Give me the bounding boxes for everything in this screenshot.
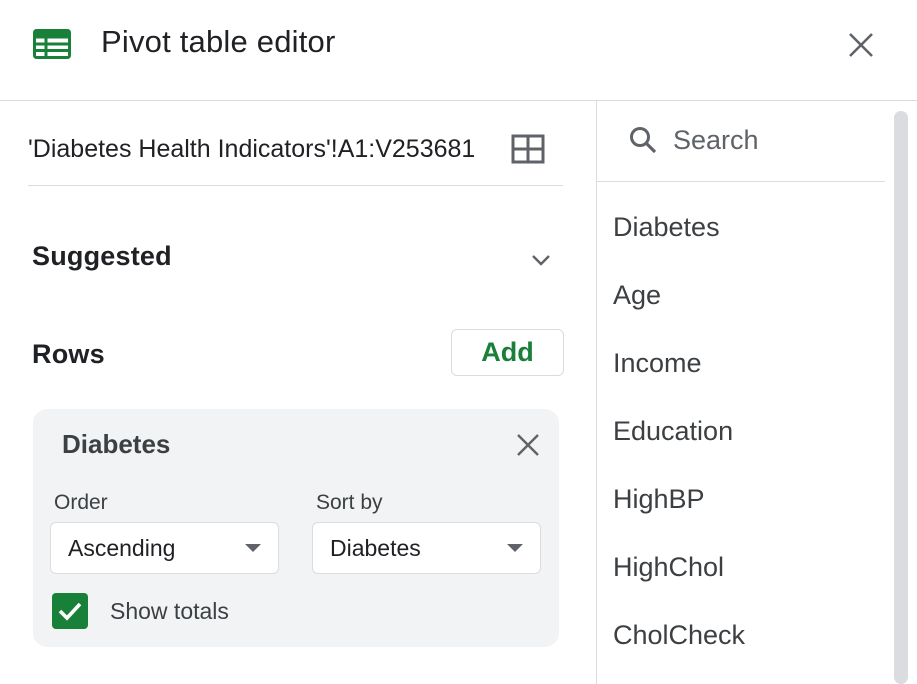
select-range-grid-icon[interactable] (511, 134, 545, 164)
sheets-icon (33, 29, 71, 59)
dropdown-arrow-icon (245, 544, 261, 552)
suggested-heading: Suggested (32, 241, 172, 271)
field-item-age[interactable]: Age (613, 280, 661, 311)
field-list-scrollbar[interactable] (894, 111, 908, 684)
data-range-field[interactable]: 'Diabetes Health Indicators'!A1:V253681 (28, 131, 563, 186)
close-icon[interactable] (845, 29, 877, 61)
editor-header: Pivot table editor (0, 0, 917, 101)
add-row-button[interactable]: Add (451, 329, 564, 376)
row-field-title: Diabetes (62, 429, 171, 459)
search-icon (630, 127, 657, 154)
checkmark-icon (58, 602, 82, 621)
field-item-highchol[interactable]: HighChol (613, 552, 724, 583)
rows-heading: Rows (32, 339, 105, 369)
search-underline (597, 181, 885, 182)
field-item-income[interactable]: Income (613, 348, 702, 379)
data-range-text: 'Diabetes Health Indicators'!A1:V253681 (28, 135, 476, 163)
field-item-cholcheck[interactable]: CholCheck (613, 620, 745, 651)
field-item-education[interactable]: Education (613, 416, 733, 447)
dropdown-arrow-icon (507, 544, 523, 552)
sort-by-select[interactable]: Diabetes (312, 522, 541, 574)
order-label: Order (54, 491, 108, 514)
sort-by-label: Sort by (316, 491, 383, 514)
order-select[interactable]: Ascending (50, 522, 279, 574)
show-totals-label: Show totals (110, 598, 229, 624)
sort-by-select-value: Diabetes (330, 535, 421, 561)
show-totals-checkbox[interactable] (52, 593, 88, 629)
row-field-card: Diabetes Order Sort by Ascending Diabete… (33, 409, 559, 647)
order-select-value: Ascending (68, 535, 176, 561)
page-title: Pivot table editor (101, 24, 336, 59)
field-item-highbp[interactable]: HighBP (613, 484, 705, 515)
search-input[interactable] (673, 121, 873, 159)
field-item-diabetes[interactable]: Diabetes (613, 212, 720, 243)
editor-settings-panel: 'Diabetes Health Indicators'!A1:V253681 … (0, 101, 596, 684)
chevron-down-icon[interactable] (528, 247, 554, 273)
field-list-panel: Diabetes Age Income Education HighBP Hig… (597, 101, 917, 684)
remove-field-close-icon[interactable] (514, 431, 542, 459)
